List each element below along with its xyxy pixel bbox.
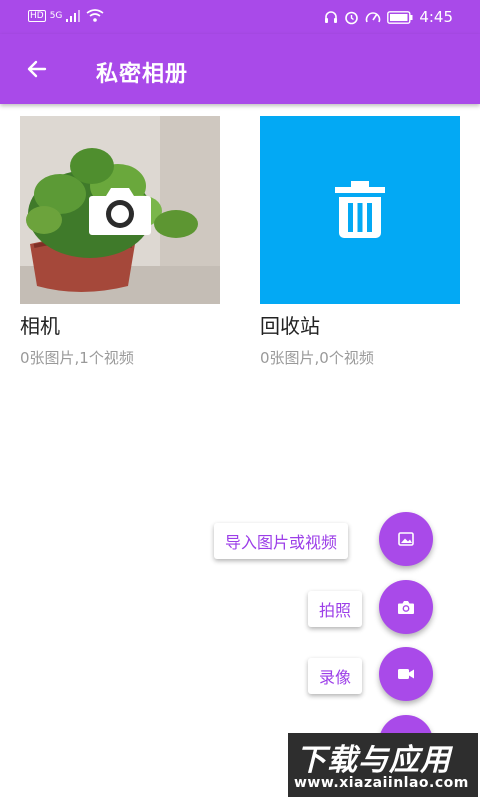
- album-count: 0张图片,0个视频: [260, 349, 374, 367]
- camera-icon: [398, 600, 414, 614]
- signal-icon: [66, 9, 81, 22]
- hd-badge: HD: [28, 9, 46, 22]
- image-icon: [398, 532, 414, 546]
- take-photo-label[interactable]: 拍照: [308, 591, 363, 627]
- watermark: 下载与应用 www.xiazaiinlao.com: [288, 733, 478, 797]
- camera-icon: [89, 188, 151, 235]
- videocam-icon: [398, 669, 414, 679]
- status-right: 4:45: [324, 8, 453, 26]
- album-thumbnail[interactable]: [20, 116, 220, 304]
- album-count: 0张图片,1个视频: [20, 349, 134, 367]
- clock: 4:45: [419, 8, 453, 26]
- import-media-button[interactable]: [379, 512, 433, 566]
- take-photo-button[interactable]: [379, 580, 433, 634]
- album-thumbnail[interactable]: [260, 116, 460, 304]
- watermark-url: www.xiazaiinlao.com: [294, 775, 469, 791]
- record-video-label[interactable]: 录像: [308, 658, 363, 694]
- back-button[interactable]: [14, 46, 60, 92]
- status-left: HD 5G: [28, 9, 104, 22]
- album-name: 相机: [20, 314, 60, 338]
- page-title: 私密相册: [96, 62, 189, 87]
- status-bar: HD 5G 4:45: [0, 0, 480, 34]
- record-video-button[interactable]: [379, 647, 433, 701]
- headset-icon: [325, 11, 338, 23]
- wifi-icon: [86, 9, 104, 22]
- trash-icon: [335, 181, 385, 238]
- alarm-icon: [345, 11, 359, 24]
- watermark-title: 下载与应用: [296, 743, 451, 778]
- battery-icon: [387, 10, 413, 24]
- import-media-label[interactable]: 导入图片或视频: [214, 523, 349, 559]
- signal-type: 5G: [49, 10, 63, 21]
- album-camera[interactable]: 相机 0张图片,1个视频: [20, 116, 220, 368]
- app-bar: 私密相册: [0, 34, 480, 104]
- arrow-left-icon: [27, 60, 47, 78]
- speed-icon: [366, 12, 381, 23]
- album-recycle-bin[interactable]: 回收站 0张图片,0个视频: [260, 116, 460, 368]
- album-name: 回收站: [260, 314, 320, 338]
